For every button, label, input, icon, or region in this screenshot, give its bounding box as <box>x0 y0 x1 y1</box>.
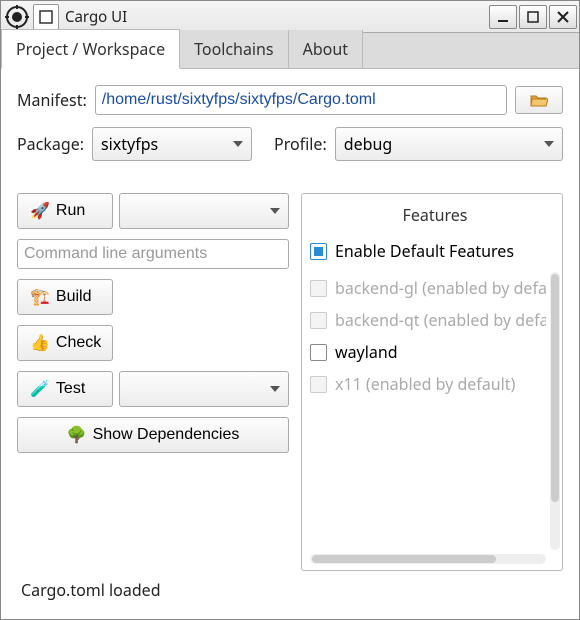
chevron-down-icon <box>270 386 280 392</box>
features-title: Features <box>310 200 560 236</box>
tabbar: Project / Workspace Toolchains About <box>1 33 579 69</box>
minimize-button[interactable] <box>489 5 517 29</box>
profile-select[interactable]: debug <box>335 127 563 161</box>
tab-content: Manifest: Package: sixtyfps Profile: deb… <box>1 69 579 619</box>
feature-item: backend-qt (enabled by default) <box>310 304 546 336</box>
tab-about[interactable]: About <box>289 30 363 68</box>
maximize-button[interactable] <box>519 5 547 29</box>
check-button[interactable]: 👍 Check <box>17 325 113 361</box>
tree-icon: 🌳 <box>67 425 87 445</box>
rocket-icon: 🚀 <box>30 201 50 221</box>
check-button-label: Check <box>56 334 101 352</box>
tab-toolchains[interactable]: Toolchains <box>180 30 289 68</box>
feature-label: backend-qt (enabled by default) <box>335 309 546 331</box>
test-tube-icon: 🧪 <box>30 379 50 399</box>
test-button-label: Test <box>56 380 85 398</box>
main-area: 🚀 Run 🏗️ Build <box>17 193 563 571</box>
package-select[interactable]: sixtyfps <box>92 127 252 161</box>
package-select-value: sixtyfps <box>101 133 158 155</box>
window-app-icon <box>33 4 59 30</box>
rust-logo-icon <box>3 3 31 31</box>
package-label: Package: <box>17 133 84 155</box>
manifest-label: Manifest: <box>17 89 87 111</box>
checkbox-icon <box>310 344 327 361</box>
feature-item: x11 (enabled by default) <box>310 368 546 400</box>
run-target-select[interactable] <box>119 193 289 229</box>
enable-default-features-label: Enable Default Features <box>335 240 514 262</box>
features-list: backend-gl (enabled by default) backend-… <box>310 272 560 564</box>
crane-icon: 🏗️ <box>30 287 50 307</box>
thumbs-up-icon: 👍 <box>30 333 50 353</box>
test-target-select[interactable] <box>119 371 289 407</box>
chevron-down-icon <box>233 141 243 147</box>
feature-label: wayland <box>335 341 398 363</box>
vertical-scrollbar[interactable] <box>550 272 560 550</box>
browse-manifest-button[interactable] <box>515 86 563 114</box>
build-button-label: Build <box>56 288 92 306</box>
test-button[interactable]: 🧪 Test <box>17 371 113 407</box>
horizontal-scrollbar[interactable] <box>310 554 546 564</box>
window-title: Cargo UI <box>65 7 487 27</box>
folder-open-icon <box>530 93 548 107</box>
show-dependencies-button[interactable]: 🌳 Show Dependencies <box>17 417 289 453</box>
args-input[interactable] <box>17 239 289 269</box>
checkbox-icon <box>310 376 327 393</box>
show-dependencies-label: Show Dependencies <box>93 426 240 444</box>
tab-project-workspace[interactable]: Project / Workspace <box>1 29 180 69</box>
run-button[interactable]: 🚀 Run <box>17 193 113 229</box>
chevron-down-icon <box>544 141 554 147</box>
manifest-input[interactable] <box>95 85 507 115</box>
run-button-label: Run <box>56 202 85 220</box>
feature-label: x11 (enabled by default) <box>335 373 515 395</box>
enable-default-features-checkbox[interactable]: Enable Default Features <box>310 236 560 266</box>
manifest-row: Manifest: <box>17 85 563 115</box>
feature-item: backend-gl (enabled by default) <box>310 272 546 304</box>
status-bar: Cargo.toml loaded <box>17 571 563 611</box>
feature-label: backend-gl (enabled by default) <box>335 277 546 299</box>
feature-item[interactable]: wayland <box>310 336 546 368</box>
close-button[interactable] <box>549 5 577 29</box>
package-profile-row: Package: sixtyfps Profile: debug <box>17 127 563 161</box>
checkbox-icon <box>310 312 327 329</box>
actions-column: 🚀 Run 🏗️ Build <box>17 193 289 571</box>
checkbox-icon <box>310 280 327 297</box>
features-panel: Features Enable Default Features backend… <box>301 193 563 571</box>
checkbox-checked-icon <box>310 243 327 260</box>
profile-select-value: debug <box>344 133 392 155</box>
profile-label: Profile: <box>274 133 327 155</box>
chevron-down-icon <box>270 208 280 214</box>
app-window: Cargo UI Project / Workspace Toolchains … <box>0 0 580 620</box>
build-button[interactable]: 🏗️ Build <box>17 279 113 315</box>
